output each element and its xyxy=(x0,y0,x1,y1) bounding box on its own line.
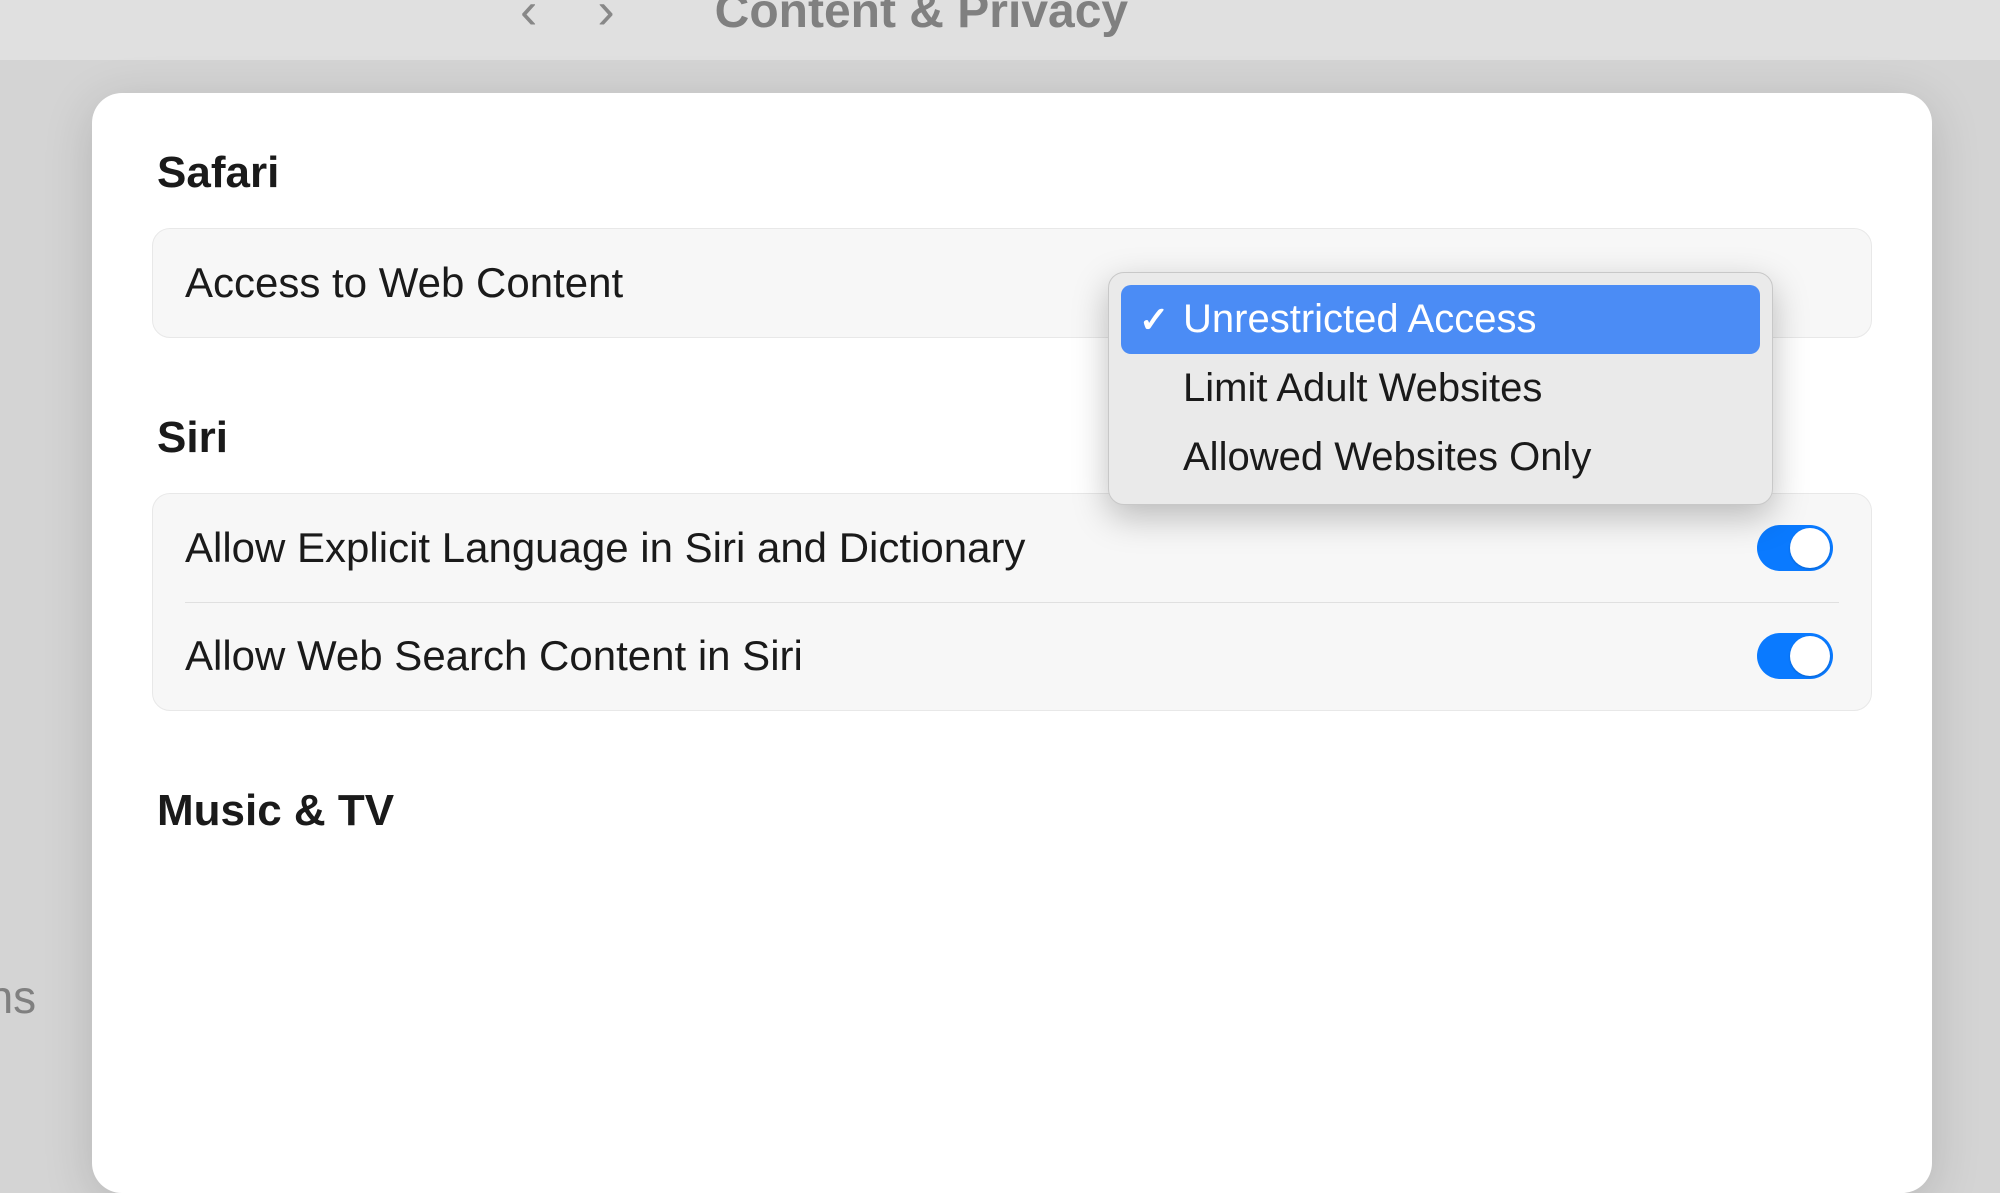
back-chevron-icon: ‹ xyxy=(520,0,537,41)
web-content-label: Access to Web Content xyxy=(185,259,623,307)
background-nav-controls: ‹ › Content & Privacy xyxy=(520,0,1128,41)
web-content-dropdown-menu: ✓ Unrestricted Access ✓ Limit Adult Webs… xyxy=(1108,272,1773,505)
explicit-language-toggle[interactable] xyxy=(1757,525,1833,571)
web-search-siri-row: Allow Web Search Content in Siri xyxy=(153,602,1871,710)
background-header: ‹ › Content & Privacy xyxy=(0,0,2000,60)
explicit-language-row: Allow Explicit Language in Siri and Dict… xyxy=(153,494,1871,602)
section-header-music: Music & TV xyxy=(157,786,1872,836)
settings-modal: Safari Access to Web Content Siri Allow … xyxy=(92,93,1932,1193)
checkmark-icon: ✓ xyxy=(1139,299,1179,341)
dropdown-option-limit-adult[interactable]: ✓ Limit Adult Websites xyxy=(1121,354,1760,423)
section-header-safari: Safari xyxy=(157,148,1872,198)
forward-chevron-icon: › xyxy=(597,0,614,41)
background-sidebar-text-bottom: ons xyxy=(0,970,36,1024)
dropdown-option-allowed-only[interactable]: ✓ Allowed Websites Only xyxy=(1121,423,1760,492)
siri-settings-group: Allow Explicit Language in Siri and Dict… xyxy=(152,493,1872,711)
background-page-title: Content & Privacy xyxy=(715,0,1128,39)
dropdown-option-unrestricted[interactable]: ✓ Unrestricted Access xyxy=(1121,285,1760,354)
web-search-siri-toggle[interactable] xyxy=(1757,633,1833,679)
web-search-siri-label: Allow Web Search Content in Siri xyxy=(185,632,803,680)
explicit-language-label: Allow Explicit Language in Siri and Dict… xyxy=(185,524,1025,572)
